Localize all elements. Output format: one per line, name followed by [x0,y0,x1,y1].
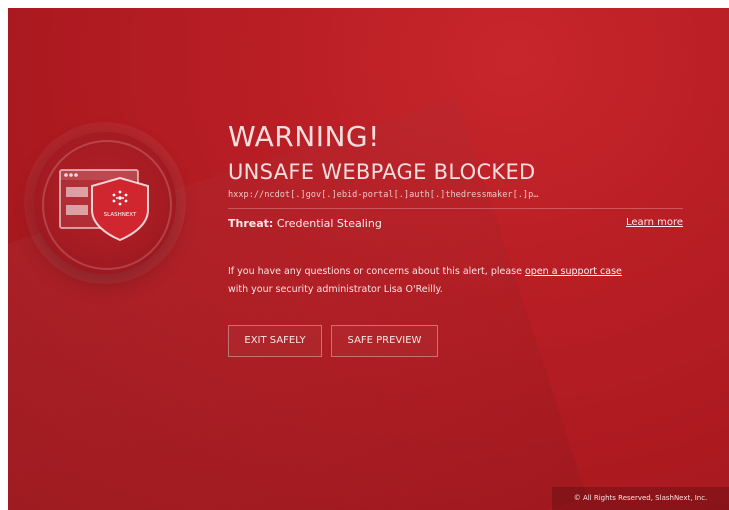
info-text: If you have any questions or concerns ab… [228,263,698,299]
shield-icon [91,176,149,242]
info-suffix: with your security administrator Lisa O'… [228,284,443,295]
copyright-footer: © All Rights Reserved, SlashNext, Inc. [552,487,729,510]
page-subtitle: UNSAFE WEBPAGE BLOCKED [228,160,536,184]
blocked-page: SLASHNEXT WARNING! UNSAFE WEBPAGE BLOCKE… [8,8,729,510]
threat-value: Credential Stealing [276,217,382,230]
threat-line: Threat: Credential Stealing [228,217,382,230]
blocked-url: hxxp://ncdot[.]gov[.]ebid-portal[.]auth[… [228,190,539,200]
support-case-link[interactable]: open a support case [525,266,622,277]
brand-text: SLASHNEXT [104,212,137,218]
page-title: WARNING! [228,120,380,153]
divider [228,208,683,209]
exit-safely-button[interactable]: EXIT SAFELY [228,325,322,357]
browser-shield-emblem: SLASHNEXT [59,169,149,242]
learn-more-link[interactable]: Learn more [626,217,683,228]
threat-label: Threat: [228,217,274,230]
safe-preview-button[interactable]: SAFE PREVIEW [331,325,438,357]
info-prefix: If you have any questions or concerns ab… [228,266,525,277]
emblem: SLASHNEXT [34,132,176,274]
